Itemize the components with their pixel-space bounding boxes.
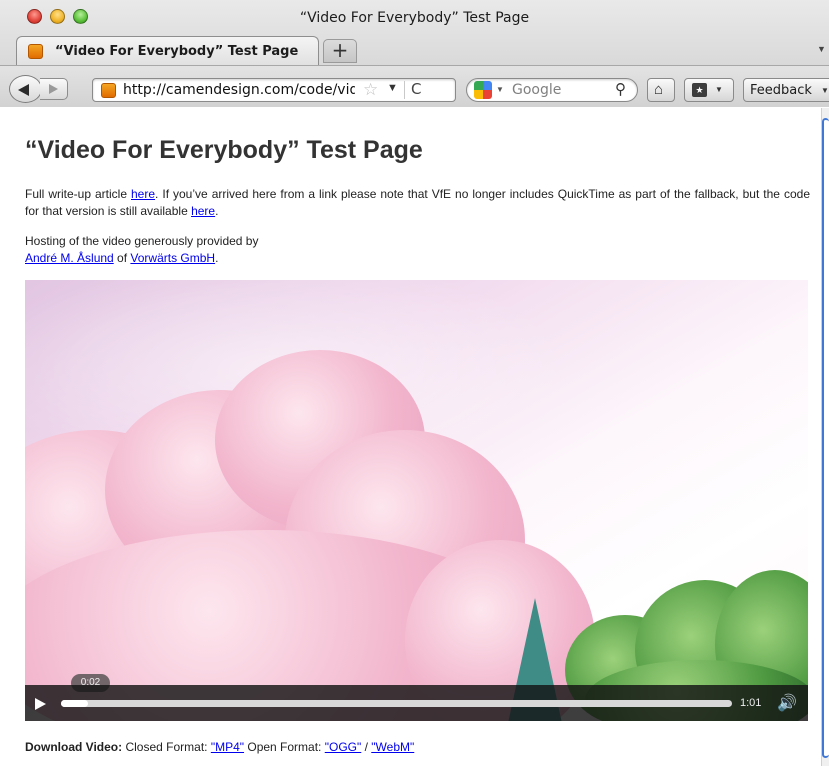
webm-link[interactable]: "WebM" xyxy=(371,740,414,754)
progress-track[interactable] xyxy=(61,700,732,707)
tab-active[interactable]: “Video For Everybody” Test Page xyxy=(16,36,319,65)
search-bar[interactable]: ▼ Google ⚲ xyxy=(466,78,638,102)
favicon-icon xyxy=(28,44,43,59)
hosting-paragraph: Hosting of the video generously provided… xyxy=(25,233,810,267)
volume-icon[interactable]: 🔊 xyxy=(777,693,797,713)
hosting-text: of xyxy=(113,251,131,265)
slash-separator: / xyxy=(361,740,372,754)
home-button[interactable]: ⌂ xyxy=(647,78,675,102)
bookmark-star-icon[interactable]: ☆ xyxy=(363,80,378,100)
tab-label: “Video For Everybody” Test Page xyxy=(55,44,299,59)
video-controls: 1:01 🔊 xyxy=(25,685,808,721)
duration-label: 1:01 xyxy=(740,697,762,709)
site-favicon-icon xyxy=(101,83,116,98)
closed-format-text: Closed Format: xyxy=(122,740,211,754)
host-person-link[interactable]: André M. Åslund xyxy=(25,251,114,265)
writeup-link[interactable]: here xyxy=(131,187,155,201)
feedback-dropdown-icon: ▼ xyxy=(821,86,829,95)
titlebar: “Video For Everybody” Test Page xyxy=(0,0,829,34)
url-history-dropdown-icon[interactable]: ▼ xyxy=(387,82,398,94)
new-tab-button[interactable]: + xyxy=(323,39,357,63)
bookmarks-button[interactable]: ★ ▼ xyxy=(684,78,734,102)
hosting-text: . xyxy=(215,251,219,265)
url-divider xyxy=(404,81,405,99)
tab-strip: “Video For Everybody” Test Page + ▼ xyxy=(0,34,829,65)
download-label: Download Video: xyxy=(25,740,123,754)
hosting-text: Hosting of the video generously provided… xyxy=(25,234,259,248)
browser-chrome: “Video For Everybody” Test Page “Video F… xyxy=(0,0,829,107)
legacy-version-link[interactable]: here xyxy=(191,204,215,218)
engine-dropdown-icon[interactable]: ▼ xyxy=(496,85,504,94)
search-input[interactable]: Google xyxy=(512,82,561,98)
url-text[interactable]: http://camendesign.com/code/video_for_ev… xyxy=(123,82,355,98)
intro-text: Full write-up article xyxy=(25,187,131,201)
bookmarks-dropdown-icon: ▼ xyxy=(715,85,723,94)
ogg-link[interactable]: "OGG" xyxy=(325,740,362,754)
home-icon: ⌂ xyxy=(654,81,664,98)
reload-icon[interactable]: C xyxy=(411,80,421,98)
feedback-label: Feedback xyxy=(750,83,812,98)
navigation-toolbar: http://camendesign.com/code/video_for_ev… xyxy=(0,65,829,107)
scrollbar-thumb[interactable] xyxy=(822,118,829,758)
google-engine-icon[interactable] xyxy=(474,81,492,99)
intro-text: . xyxy=(215,204,219,218)
window-title: “Video For Everybody” Test Page xyxy=(299,10,530,26)
page-title: “Video For Everybody” Test Page xyxy=(25,136,423,164)
feedback-button[interactable]: Feedback ▼ xyxy=(743,78,829,102)
intro-paragraph: Full write-up article here. If you’ve ar… xyxy=(25,186,810,220)
video-player[interactable]: 0:02 1:01 🔊 xyxy=(25,280,808,721)
mp4-link[interactable]: "MP4" xyxy=(211,740,244,754)
progress-fill xyxy=(61,700,88,707)
page-content: “Video For Everybody” Test Page Full wri… xyxy=(0,108,821,766)
tab-list-dropdown-icon[interactable]: ▼ xyxy=(817,44,826,54)
back-button[interactable] xyxy=(9,75,42,103)
search-icon[interactable]: ⚲ xyxy=(615,80,626,98)
open-format-text: Open Format: xyxy=(244,740,325,754)
forward-button[interactable] xyxy=(40,78,68,100)
bookmarks-icon: ★ xyxy=(692,83,707,97)
download-line: Download Video: Closed Format: "MP4" Ope… xyxy=(25,740,414,754)
url-bar[interactable]: http://camendesign.com/code/video_for_ev… xyxy=(92,78,456,102)
host-company-link[interactable]: Vorwärts GmbH xyxy=(130,251,215,265)
play-icon[interactable] xyxy=(35,698,46,710)
